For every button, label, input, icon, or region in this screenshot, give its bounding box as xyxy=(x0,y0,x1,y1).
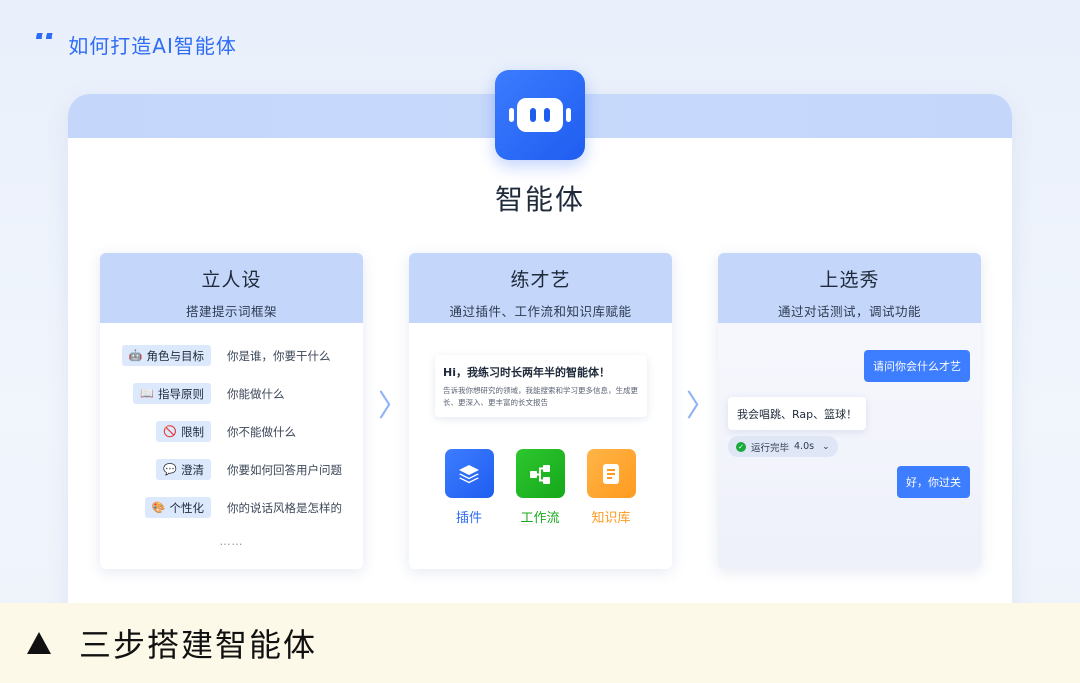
card-subtitle: 搭建提示词框架 xyxy=(185,304,277,319)
chip-label: 个性化 xyxy=(169,500,205,515)
chip-label: 澄清 xyxy=(181,462,204,477)
intro-body: 告诉我你想研究的领域，我能搜索和学习更多信息，生成更长、更深入、更丰富的长文报告 xyxy=(443,386,638,407)
run-status-badge[interactable]: ✓ 运行完毕 4.0s ⌄ xyxy=(728,436,838,457)
layers-icon xyxy=(444,449,494,498)
chip-label: 指导原则 xyxy=(158,386,204,401)
more-ellipsis: …… xyxy=(219,535,244,548)
persona-row-principles: 📖 指导原则 你能做什么 xyxy=(100,383,363,405)
card-title: 练才艺 xyxy=(510,269,571,291)
footer-caption: 三步搭建智能体 xyxy=(79,626,318,664)
card-header: 立人设 搭建提示词框架 xyxy=(100,253,363,323)
chevron-right-icon: 〉 xyxy=(378,389,408,424)
card-header: 练才艺 通过插件、工作流和知识库赋能 xyxy=(409,253,672,323)
persona-row-personalize: 🎨 个性化 你的说话风格是怎样的 xyxy=(100,497,363,519)
persona-row-role: 🤖 角色与目标 你是谁，你要干什么 xyxy=(100,345,363,367)
intro-title: Hi，我练习时长两年半的智能体！ xyxy=(443,366,610,379)
card-title: 立人设 xyxy=(201,269,262,291)
chevron-down-icon: ⌄ xyxy=(822,441,830,452)
speech-bubble-icon: 💬 xyxy=(163,463,177,476)
persona-desc: 你是谁，你要干什么 xyxy=(227,349,331,363)
footer-caption-bar: 三步搭建智能体 xyxy=(0,603,1080,683)
check-circle-icon: ✓ xyxy=(736,441,746,452)
workflow-icon xyxy=(515,449,565,498)
robot-ear-icon xyxy=(509,108,514,122)
agent-title: 智能体 xyxy=(494,183,585,216)
card-subtitle: 通过插件、工作流和知识库赋能 xyxy=(449,304,632,319)
chip-role-goal: 🤖 角色与目标 xyxy=(121,345,211,366)
card-subtitle: 通过对话测试，调试功能 xyxy=(777,304,921,319)
agent-logo xyxy=(495,70,585,160)
chip-clarify: 💬 澄清 xyxy=(156,459,211,480)
header-title: 如何打造AI智能体 xyxy=(68,34,237,58)
header: “ 如何打造AI智能体 xyxy=(33,30,237,59)
card-debug-chat: 上选秀 通过对话测试，调试功能 请问你会什么才艺 我会唱跳、Rap、篮球！ ✓ … xyxy=(718,253,981,569)
persona-row-clarify: 💬 澄清 你要如何回答用户问题 xyxy=(100,459,363,481)
run-status-label: 运行完毕 xyxy=(751,442,790,454)
skill-knowledge-base[interactable]: 知识库 xyxy=(581,449,641,526)
robot-icon: 🤖 xyxy=(128,349,143,362)
persona-desc: 你的说话风格是怎样的 xyxy=(227,501,342,515)
card-title: 上选秀 xyxy=(819,269,880,291)
agent-intro-message: Hi，我练习时长两年半的智能体！ 告诉我你想研究的领域，我能搜索和学习更多信息，… xyxy=(435,355,647,417)
persona-row-limits: 🚫 限制 你不能做什么 xyxy=(100,421,363,443)
triangle-up-icon xyxy=(27,632,51,654)
chip-label: 角色与目标 xyxy=(146,348,205,363)
robot-eye-icon xyxy=(530,108,536,122)
chip-personalize: 🎨 个性化 xyxy=(144,497,211,518)
persona-desc: 你要如何回答用户问题 xyxy=(227,463,342,477)
chip-label: 限制 xyxy=(181,424,204,439)
persona-desc: 你能做什么 xyxy=(227,387,285,401)
robot-eye-icon xyxy=(544,108,550,122)
quote-icon: “ xyxy=(33,33,54,57)
palette-icon: 🎨 xyxy=(151,501,166,514)
persona-desc: 你不能做什么 xyxy=(227,425,296,439)
prohibited-icon: 🚫 xyxy=(163,425,177,438)
card-persona: 立人设 搭建提示词框架 🤖 角色与目标 你是谁，你要干什么 📖 指导原则 你能做… xyxy=(100,253,363,569)
skill-label: 工作流 xyxy=(520,511,560,526)
user-message: 请问你会什么才艺 xyxy=(864,350,970,382)
bot-message: 我会唱跳、Rap、篮球！ xyxy=(728,397,867,430)
document-icon xyxy=(586,449,636,498)
card-skills: 练才艺 通过插件、工作流和知识库赋能 Hi，我练习时长两年半的智能体！ 告诉我你… xyxy=(409,253,672,569)
skill-workflow[interactable]: 工作流 xyxy=(510,449,570,526)
user-message: 好，你过关 xyxy=(897,466,970,498)
skill-label: 知识库 xyxy=(591,511,631,526)
robot-face-icon xyxy=(517,98,563,132)
chip-principles: 📖 指导原则 xyxy=(133,383,211,404)
chevron-right-icon: 〉 xyxy=(686,389,716,424)
run-time: 4.0s xyxy=(794,441,815,452)
robot-ear-icon xyxy=(566,108,571,122)
chip-limits: 🚫 限制 xyxy=(156,421,211,442)
skill-plugin[interactable]: 插件 xyxy=(439,449,499,526)
book-icon: 📖 xyxy=(140,387,154,400)
card-header: 上选秀 通过对话测试，调试功能 xyxy=(718,253,981,323)
skill-label: 插件 xyxy=(455,511,482,526)
